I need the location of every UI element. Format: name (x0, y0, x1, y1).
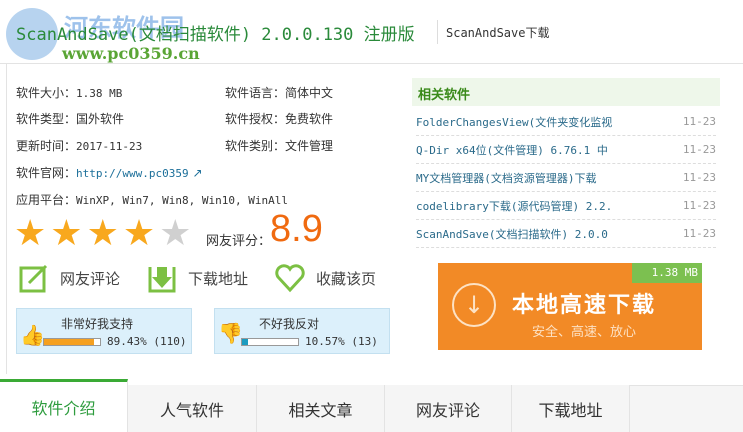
value: 文件管理 (285, 139, 334, 153)
download-label: 下载地址 (188, 269, 249, 288)
star-filled-icon: ★ (86, 213, 119, 254)
page-subtitle[interactable]: ScanAndSave下载 (446, 24, 549, 41)
comment-label: 网友评论 (60, 269, 121, 288)
info-type: 软件类型：国外软件 (16, 110, 124, 127)
title-divider (437, 20, 438, 44)
value: 2017-11-23 (76, 140, 143, 153)
related-item-name[interactable]: FolderChangesView(文件夹变化监视 (416, 114, 612, 130)
related-item-name[interactable]: ScanAndSave(文档扫描软件) 2.0.0 (416, 226, 608, 242)
star-filled-icon: ★ (50, 213, 83, 254)
value: 国外软件 (76, 112, 125, 126)
related-item-date: 11-23 (682, 227, 716, 240)
external-link-icon[interactable]: ↗ (192, 166, 202, 180)
favorite-button[interactable]: 收藏该页 (274, 262, 376, 294)
thumbs-up-icon: 👍 (20, 323, 45, 347)
related-item-date: 11-23 (682, 143, 716, 156)
vote-down-percent: 10.57% (13) (305, 335, 378, 348)
label: 应用平台： (16, 193, 77, 207)
info-size: 软件大小：1.38 MB (16, 84, 122, 101)
score-value: 8.9 (270, 208, 323, 250)
download-title: 本地高速下载 (512, 293, 657, 318)
heart-icon (274, 262, 306, 294)
related-item[interactable]: Q-Dir x64位(文件管理) 6.76.1 中 11-23 (416, 136, 716, 164)
star-filled-icon: ★ (122, 213, 156, 254)
related-item-date: 11-23 (682, 199, 716, 212)
vote-down-bar (241, 338, 299, 346)
label: 软件类别： (225, 139, 286, 153)
label: 软件授权： (225, 112, 286, 126)
score-label: 网友评分： (206, 234, 272, 249)
local-download-button[interactable]: 1.38 MB ↓ 本地高速下载 安全、高速、放心 (438, 263, 702, 350)
vote-up-percent: 89.43% (110) (107, 335, 187, 348)
size-badge: 1.38 MB (632, 263, 702, 283)
vote-up-bar (43, 338, 101, 346)
tab-2[interactable]: 相关文章 (257, 385, 385, 432)
vote-up-label: 非常好我支持 (61, 317, 134, 331)
tab-3[interactable]: 网友评论 (385, 385, 512, 432)
tab-4[interactable]: 下载地址 (512, 385, 630, 432)
related-item-name[interactable]: Q-Dir x64位(文件管理) 6.76.1 中 (416, 142, 608, 158)
comment-button[interactable]: 网友评论 (18, 262, 120, 294)
related-item[interactable]: ScanAndSave(文档扫描软件) 2.0.0 11-23 (416, 220, 716, 248)
download-arrow-icon: ↓ (452, 283, 496, 327)
info-language: 软件语言：简体中文 (225, 84, 333, 101)
favorite-label: 收藏该页 (316, 269, 377, 288)
value: 简体中文 (285, 86, 334, 100)
info-license: 软件授权：免费软件 (225, 110, 333, 127)
left-border (6, 64, 7, 374)
vote-down-label: 不好我反对 (259, 317, 320, 331)
info-category: 软件类别：文件管理 (225, 137, 333, 154)
page-title: ScanAndSave(文档扫描软件) 2.0.0.130 注册版 (16, 25, 415, 45)
label: 软件官网： (16, 166, 77, 180)
info-site: 软件官网：http://www.pc0359 ↗ (16, 164, 203, 181)
edit-icon (18, 262, 50, 294)
label: 软件类型： (16, 112, 77, 126)
thumbs-down-icon: 👎 (218, 321, 243, 345)
tab-1[interactable]: 人气软件 (128, 385, 257, 432)
rating-stars: ★ ★ ★ ★ ★ (14, 213, 192, 254)
related-title: 相关软件 (412, 78, 720, 106)
related-item-name[interactable]: MY文档管理器(文档资源管理器)下载 (416, 170, 597, 186)
site-link[interactable]: http://www.pc0359 (76, 167, 189, 180)
related-item[interactable]: MY文档管理器(文档资源管理器)下载 11-23 (416, 164, 716, 192)
vote-up-button[interactable]: 👍 非常好我支持 89.43% (110) (16, 308, 192, 354)
star-empty-icon: ★ (159, 213, 192, 254)
tab-0[interactable]: 软件介绍 (0, 379, 128, 432)
label: 软件语言： (225, 86, 286, 100)
label: 软件大小： (16, 86, 77, 100)
related-item-date: 11-23 (682, 115, 716, 128)
related-item-name[interactable]: codelibrary下载(源代码管理) 2.2. (416, 198, 612, 214)
star-filled-icon: ★ (14, 213, 47, 254)
watermark-url: www.pc0359.cn (62, 44, 200, 63)
download-icon (146, 262, 178, 294)
related-item[interactable]: codelibrary下载(源代码管理) 2.2. 11-23 (416, 192, 716, 220)
related-item[interactable]: FolderChangesView(文件夹变化监视 11-23 (416, 108, 716, 136)
value: 1.38 MB (76, 87, 123, 100)
value: WinXP, Win7, Win8, Win10, WinAll (76, 194, 288, 207)
value: 免费软件 (285, 112, 334, 126)
related-item-date: 11-23 (682, 171, 716, 184)
info-date: 更新时间：2017-11-23 (16, 137, 142, 154)
info-platform: 应用平台：WinXP, Win7, Win8, Win10, WinAll (16, 191, 288, 208)
label: 更新时间： (16, 139, 77, 153)
download-address-button[interactable]: 下载地址 (146, 262, 248, 294)
download-subtitle: 安全、高速、放心 (532, 325, 637, 340)
vote-down-button[interactable]: 👎 不好我反对 10.57% (13) (214, 308, 390, 354)
